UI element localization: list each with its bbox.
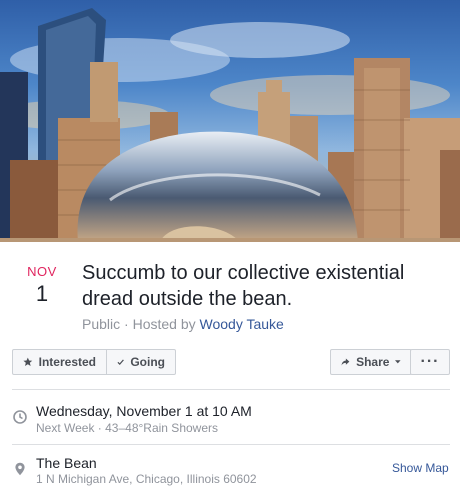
interested-label: Interested [38,355,96,369]
more-options-button[interactable]: ··· [410,349,450,375]
event-date-block: NOV 1 [20,264,64,307]
hosted-by-prefix: · Hosted by [124,316,196,332]
location-name[interactable]: The Bean [36,455,97,471]
going-button[interactable]: Going [106,349,176,375]
divider [12,444,450,445]
event-actions-bar: Interested Going Share ··· [0,342,460,392]
event-datetime[interactable]: Wednesday, November 1 at 10 AM [36,403,252,419]
location-pin-icon [15,462,25,476]
event-header: NOV 1 Succumb to our collective existent… [0,242,460,342]
clock-icon [13,410,27,424]
event-day: 1 [35,281,49,306]
location-address: 1 N Michigan Ave, Chicago, Illinois 6060… [36,472,257,486]
caret-down-icon [395,360,401,364]
cloud-gate-skyline-image [0,8,460,242]
host-link[interactable]: Woody Tauke [200,316,284,332]
share-label: Share [356,355,390,369]
star-icon [23,357,33,367]
share-button[interactable]: Share [330,349,412,375]
share-arrow-icon [341,358,350,366]
event-visibility: Public [82,316,121,332]
event-cover-photo [0,0,460,242]
event-month: NOV [27,264,57,279]
show-map-link[interactable]: Show Map [392,461,449,475]
event-meta: Public · Hosted by Woody Tauke [82,316,284,332]
going-label: Going [130,355,165,369]
interested-button[interactable]: Interested [12,349,107,375]
event-weather: Next Week · 43–48°Rain Showers [36,421,218,435]
event-title: Succumb to our collective existential dr… [82,262,405,310]
divider [12,389,450,390]
checkmark-icon [117,359,124,366]
